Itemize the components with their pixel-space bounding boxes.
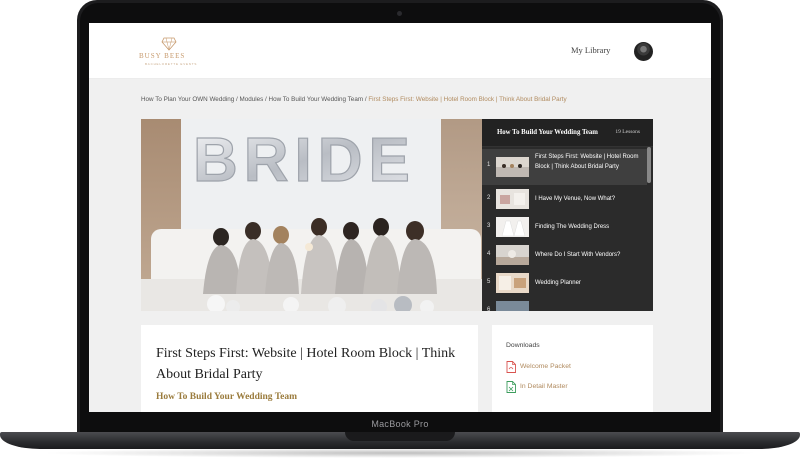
lesson-count: 19 Lessons (615, 129, 640, 135)
diamond-icon (161, 37, 177, 51)
brand-logo[interactable]: BUSY BEES BACHELORETTE EVENTS (139, 37, 199, 71)
site-header: BUSY BEES BACHELORETTE EVENTS My Library (89, 23, 711, 79)
camera-icon (397, 11, 402, 16)
lesson-playlist: How To Build Your Wedding Team 19 Lesson… (482, 119, 653, 311)
spreadsheet-file-icon (506, 381, 516, 393)
playlist-header: How To Build Your Wedding Team 19 Lesson… (482, 119, 653, 147)
nav-my-library[interactable]: My Library (571, 45, 610, 55)
avatar[interactable] (634, 42, 653, 61)
breadcrumb-item[interactable]: Modules (239, 96, 263, 103)
lesson-video[interactable]: BRIDE (141, 119, 484, 311)
pdf-file-icon (506, 361, 516, 373)
playlist-item-4[interactable]: 4 Where Do I Start With Vendors? (482, 241, 647, 269)
playlist-item-3[interactable]: 3 Finding The Wedding Dress (482, 213, 647, 241)
playlist-item-2[interactable]: 2 I Have My Venue, Now What? (482, 185, 647, 213)
lesson-details: First Steps First: Website | Hotel Room … (141, 325, 478, 412)
downloads-title: Downloads (506, 342, 540, 349)
lesson-number: 4 (487, 251, 491, 257)
download-label: Welcome Packet (520, 363, 571, 370)
lesson-number: 3 (487, 223, 491, 229)
logo-subtext: BACHELORETTE EVENTS (145, 62, 198, 66)
lesson-title: Where Do I Start With Vendors? (535, 252, 621, 258)
lesson-title: First Steps First: Website | Hotel Room … (535, 154, 639, 170)
lesson-title: Finding The Wedding Dress (535, 224, 610, 230)
lesson-title-heading: First Steps First: Website | Hotel Room … (156, 346, 456, 382)
lesson-title: I Have My Venue, Now What? (535, 196, 616, 202)
breadcrumb-current: First Steps First: Website | Hotel Room … (368, 96, 567, 103)
bridal-party-photo: BRIDE (141, 119, 484, 311)
lesson-number: 6 (487, 307, 491, 311)
module-link[interactable]: How To Build Your Wedding Team (156, 392, 297, 402)
playlist-item-1[interactable]: 1 First Steps First: Website | Hotel Roo… (482, 149, 647, 185)
balloon-letters: BRIDE (193, 126, 416, 195)
breadcrumb-item[interactable]: How To Plan Your OWN Wedding (141, 96, 234, 103)
playlist-scrollbar[interactable] (647, 147, 651, 183)
lesson-number: 2 (487, 195, 491, 201)
lesson-number: 5 (487, 279, 491, 285)
lesson-title: Wedding Planner (535, 280, 581, 286)
laptop-shadow (40, 448, 760, 458)
playlist-item-6[interactable]: 6 (482, 297, 647, 311)
playlist-title: How To Build Your Wedding Team (497, 129, 598, 136)
lesson-thumbnail (496, 301, 529, 311)
laptop-hinge-notch (345, 432, 455, 441)
lesson-thumbnail (496, 157, 529, 177)
screen: BUSY BEES BACHELORETTE EVENTS My Library… (89, 23, 711, 412)
download-welcome-packet[interactable]: Welcome Packet (506, 361, 646, 373)
download-in-detail-master[interactable]: In Detail Master (506, 381, 646, 393)
playlist-item-5[interactable]: 5 Wedding Planner (482, 269, 647, 297)
lesson-thumbnail (496, 189, 529, 209)
breadcrumb: How To Plan Your OWN Wedding / Modules /… (141, 96, 567, 103)
lesson-thumbnail (496, 273, 529, 293)
download-label: In Detail Master (520, 383, 568, 390)
device-label: MacBook Pro (371, 419, 429, 429)
breadcrumb-item[interactable]: How To Build Your Wedding Team (269, 96, 364, 103)
logo-text: BUSY BEES (139, 52, 186, 60)
lesson-thumbnail (496, 217, 529, 237)
lesson-thumbnail (496, 245, 529, 265)
downloads-panel: Downloads Welcome Packet In Detail Maste… (492, 325, 653, 412)
lesson-number: 1 (487, 162, 491, 168)
